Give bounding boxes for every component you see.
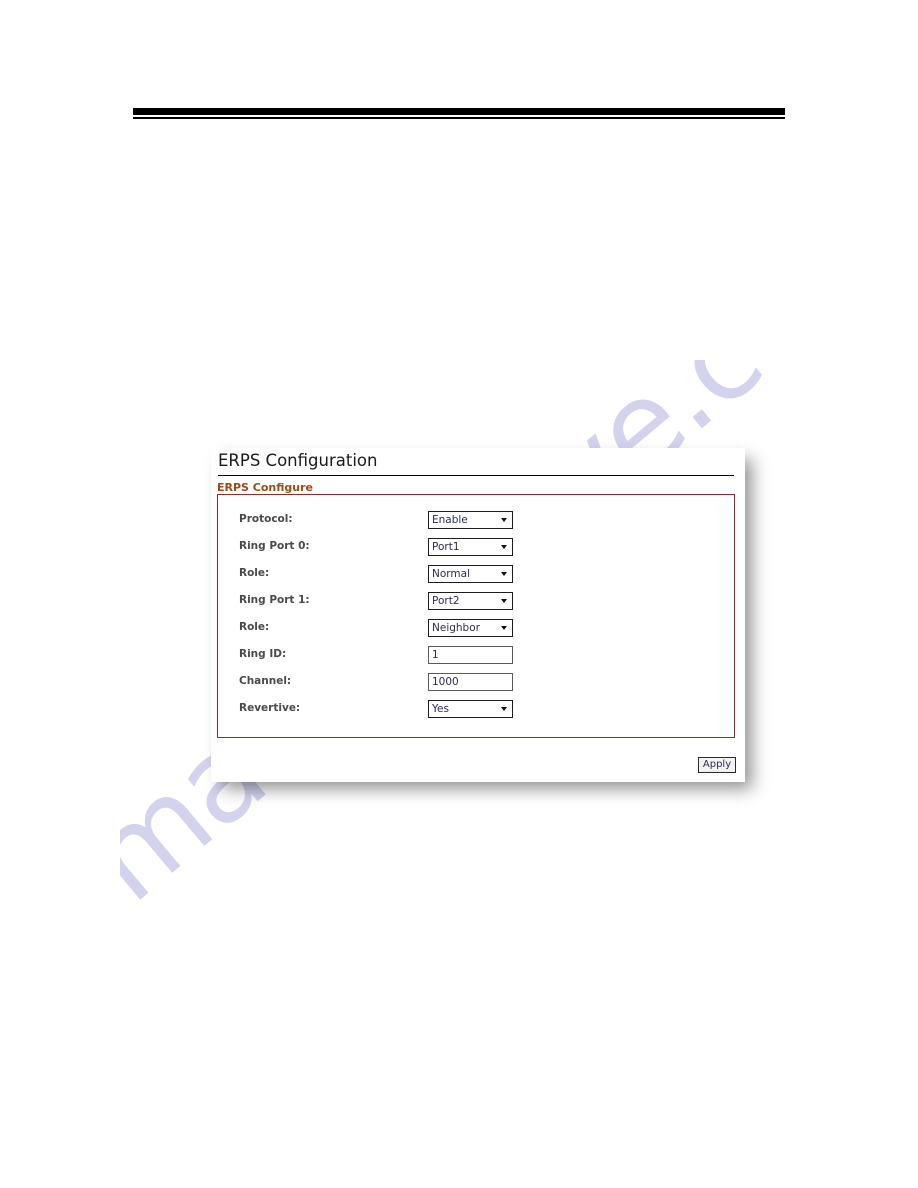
field-wrapper: 1 — [428, 646, 513, 664]
field-label: Ring Port 0: — [239, 540, 310, 552]
form-row: Ring Port 0: Port1 — [211, 538, 745, 557]
field-wrapper: Normal — [428, 565, 513, 583]
apply-button[interactable]: Apply — [698, 757, 736, 773]
field-wrapper: Neighbor — [428, 619, 513, 637]
form-row: Role: Normal — [211, 565, 745, 584]
chevron-down-icon[interactable] — [501, 707, 507, 711]
field-label: Revertive: — [239, 702, 301, 714]
page-header-rule — [133, 108, 785, 119]
field-wrapper: Yes — [428, 700, 513, 718]
form-row: Protocol: Enable — [211, 511, 745, 530]
form-row: Revertive: Yes — [211, 700, 745, 719]
fieldset-legend: ERPS Configure — [217, 481, 316, 494]
field-value: Yes — [432, 703, 449, 715]
field-label: Ring Port 1: — [239, 594, 310, 606]
field-value: Port2 — [432, 595, 460, 607]
field-value: Port1 — [432, 541, 460, 553]
rule-thin-bar — [133, 117, 785, 119]
field-label: Role: — [239, 567, 270, 579]
form-row: Role: Neighbor — [211, 619, 745, 638]
erps-configuration-card: ERPS Configuration ERPS Configure Protoc… — [211, 448, 745, 782]
rule-thick-bar — [133, 108, 785, 115]
select-field[interactable]: Port2 — [428, 592, 513, 610]
page-title: ERPS Configuration — [218, 451, 378, 470]
form-row: Channel: 1000 — [211, 673, 745, 692]
field-value: Neighbor — [432, 622, 480, 634]
select-field[interactable]: Normal — [428, 565, 513, 583]
field-wrapper: Enable — [428, 511, 513, 529]
field-wrapper: Port2 — [428, 592, 513, 610]
select-field[interactable]: Enable — [428, 511, 513, 529]
chevron-down-icon[interactable] — [501, 518, 507, 522]
chevron-down-icon[interactable] — [501, 626, 507, 630]
field-wrapper: Port1 — [428, 538, 513, 556]
field-label: Protocol: — [239, 513, 293, 525]
text-input-field[interactable]: 1 — [428, 646, 513, 664]
chevron-down-icon[interactable] — [501, 545, 507, 549]
field-value: Normal — [432, 568, 470, 580]
select-field[interactable]: Port1 — [428, 538, 513, 556]
title-divider — [218, 475, 734, 476]
field-label: Role: — [239, 621, 270, 633]
field-wrapper: 1000 — [428, 673, 513, 691]
select-field[interactable]: Yes — [428, 700, 513, 718]
chevron-down-icon[interactable] — [501, 572, 507, 576]
field-value: 1000 — [432, 676, 459, 688]
text-input-field[interactable]: 1000 — [428, 673, 513, 691]
field-value: Enable — [432, 514, 468, 526]
field-value: 1 — [432, 649, 439, 661]
chevron-down-icon[interactable] — [501, 599, 507, 603]
field-label: Channel: — [239, 675, 292, 687]
field-label: Ring ID: — [239, 648, 287, 660]
form-row: Ring ID: 1 — [211, 646, 745, 665]
select-field[interactable]: Neighbor — [428, 619, 513, 637]
form-row: Ring Port 1: Port2 — [211, 592, 745, 611]
